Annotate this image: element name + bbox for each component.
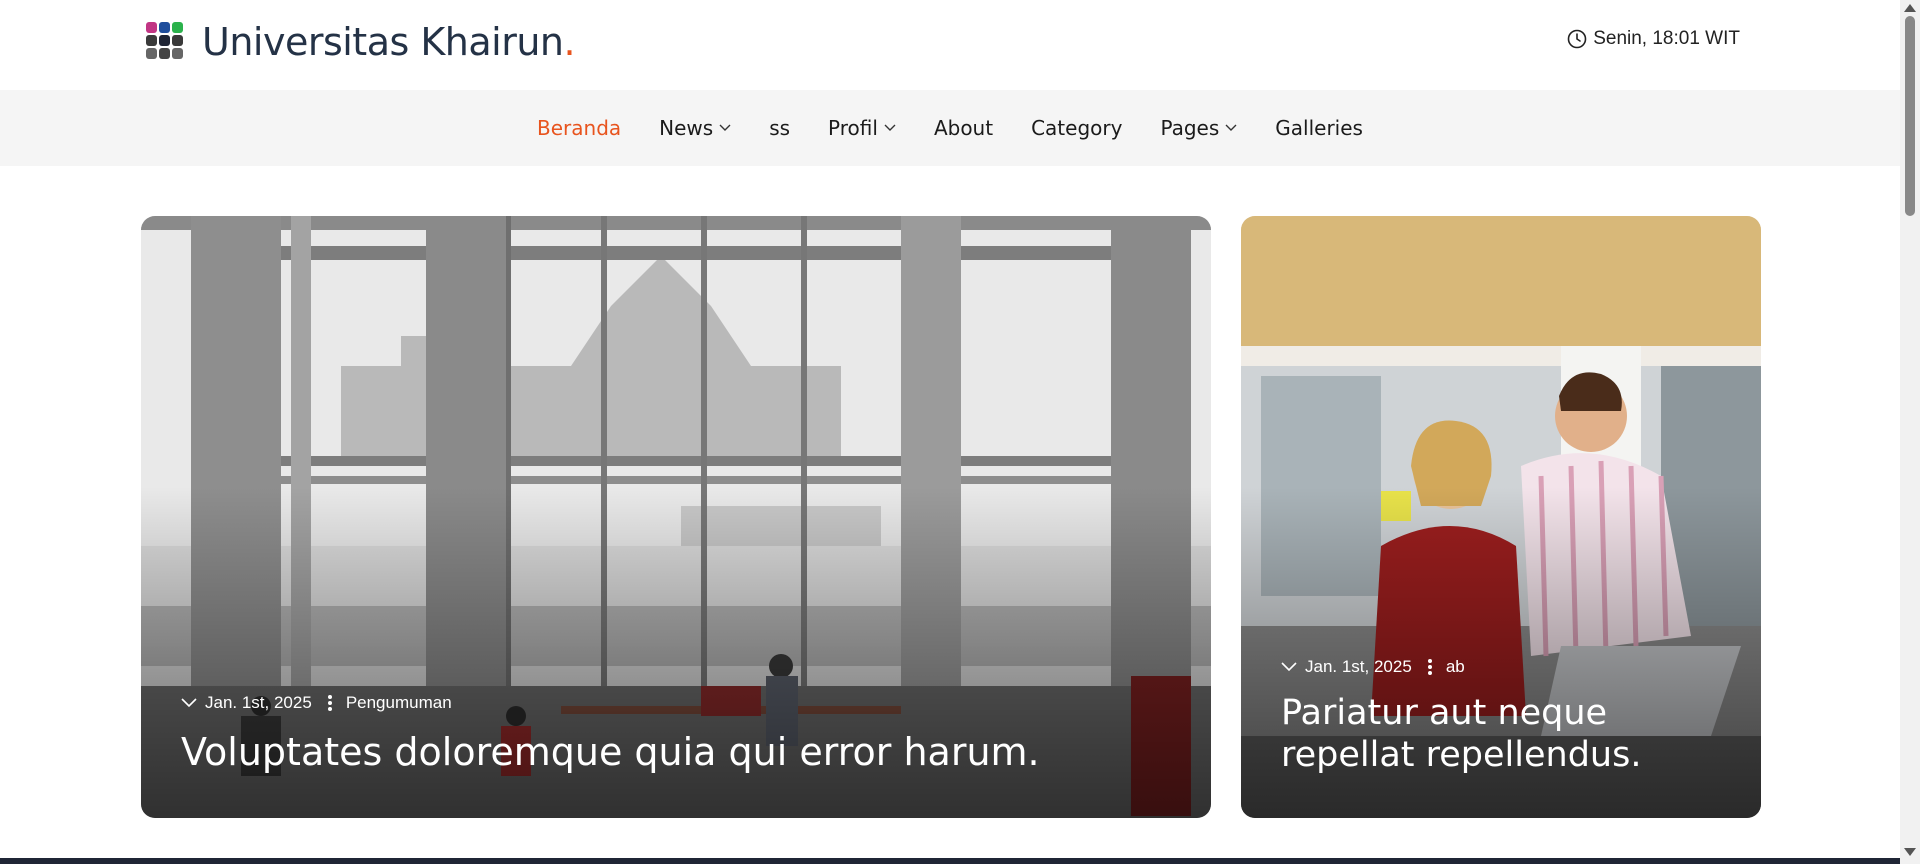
post-meta: Jan. 1st, 2025 ab <box>1281 657 1465 677</box>
post-meta: Jan. 1st, 2025 Pengumuman <box>181 693 452 713</box>
post-title[interactable]: Voluptates doloremque quia qui error har… <box>181 730 1181 776</box>
nav-item-profil[interactable]: Profil <box>828 116 896 140</box>
title-dot: . <box>563 20 576 64</box>
featured-post-side[interactable]: Jan. 1st, 2025 ab Pariatur aut neque rep… <box>1241 216 1761 818</box>
whatsapp-icon <box>172 22 183 33</box>
nav-item-ss[interactable]: ss <box>769 116 790 140</box>
post-category[interactable]: ab <box>1446 657 1465 677</box>
scrollbar-thumb[interactable] <box>1905 16 1915 216</box>
instagram-icon <box>146 22 157 33</box>
whatsapp-icon <box>172 35 183 46</box>
whatsapp-icon <box>172 48 183 59</box>
nav-item-about[interactable]: About <box>934 116 993 140</box>
facebook-icon <box>159 22 170 33</box>
vertical-scrollbar[interactable] <box>1900 0 1920 864</box>
datetime-text: Senin, 18:01 WIT <box>1593 28 1740 49</box>
main-nav: Beranda News ss Profil About Category Pa… <box>0 90 1900 166</box>
site-title[interactable]: Universitas Khairun. <box>202 20 576 64</box>
site-header: Universitas Khairun. Senin, 18:01 WIT <box>0 0 1900 90</box>
kebab-dots-icon <box>1427 659 1432 675</box>
chevron-down-icon <box>719 124 731 131</box>
datetime-display: Senin, 18:01 WIT <box>1567 28 1740 50</box>
nav-item-news[interactable]: News <box>659 116 731 140</box>
instagram-icon <box>146 48 157 59</box>
facebook-icon <box>159 48 170 59</box>
post-date: Jan. 1st, 2025 <box>205 693 312 712</box>
kebab-dots-icon <box>327 695 332 711</box>
nav-item-pages[interactable]: Pages <box>1160 116 1237 140</box>
logo-social-grid <box>146 22 184 62</box>
chevron-down-icon <box>181 698 197 708</box>
post-title[interactable]: Pariatur aut neque repellat repellendus. <box>1281 692 1741 776</box>
chevron-down-icon <box>884 124 896 131</box>
site-logo[interactable]: Universitas Khairun. <box>146 20 576 64</box>
instagram-icon <box>146 35 157 46</box>
featured-post-main[interactable]: Jan. 1st, 2025 Pengumuman Voluptates dol… <box>141 216 1211 818</box>
post-date: Jan. 1st, 2025 <box>1305 657 1412 676</box>
clock-icon <box>1567 29 1587 49</box>
nav-item-category[interactable]: Category <box>1031 116 1122 140</box>
nav-item-galleries[interactable]: Galleries <box>1275 116 1363 140</box>
chevron-down-icon <box>1225 124 1237 131</box>
post-category[interactable]: Pengumuman <box>346 693 452 713</box>
chevron-down-icon <box>1281 662 1297 672</box>
page-bottom-edge <box>0 858 1900 864</box>
facebook-icon <box>159 35 170 46</box>
scroll-down-arrow-icon[interactable] <box>1904 848 1916 856</box>
scroll-up-arrow-icon[interactable] <box>1904 4 1916 12</box>
nav-item-beranda[interactable]: Beranda <box>537 116 621 140</box>
